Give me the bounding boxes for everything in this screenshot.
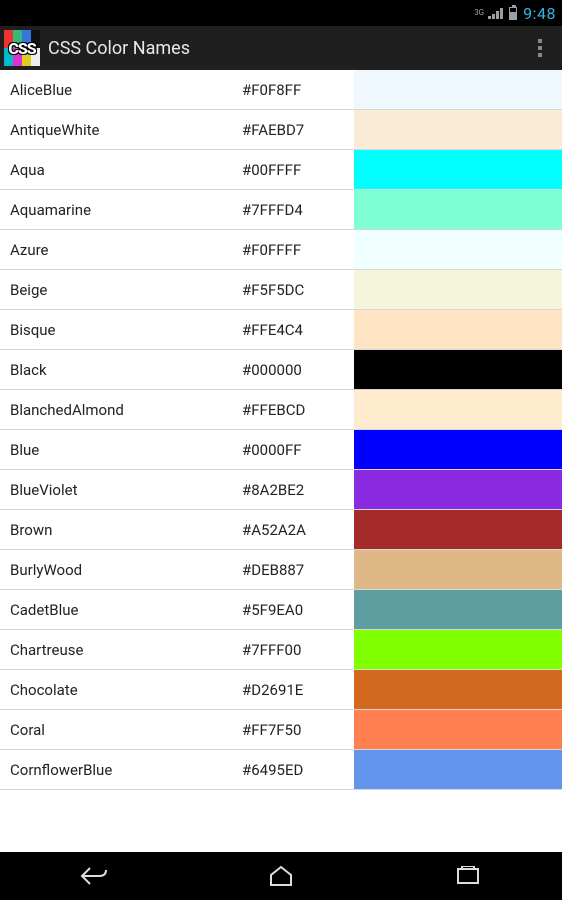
color-row[interactable]: Coral#FF7F50 — [0, 710, 562, 750]
color-hex: #F5F5DC — [242, 281, 354, 299]
color-name: Coral — [10, 721, 242, 739]
color-row[interactable]: Bisque#FFE4C4 — [0, 310, 562, 350]
color-name: Aqua — [10, 161, 242, 179]
color-swatch — [354, 110, 562, 149]
color-row[interactable]: AntiqueWhite#FAEBD7 — [0, 110, 562, 150]
back-button[interactable] — [54, 860, 134, 892]
color-name: Azure — [10, 241, 242, 259]
app-icon-text: CSS — [4, 30, 40, 66]
color-swatch — [354, 70, 562, 109]
color-name: Brown — [10, 521, 242, 539]
color-row[interactable]: Chartreuse#7FFF00 — [0, 630, 562, 670]
color-row[interactable]: Aquamarine#7FFFD4 — [0, 190, 562, 230]
color-swatch — [354, 550, 562, 589]
color-hex: #000000 — [242, 361, 354, 379]
color-name: BlanchedAlmond — [10, 401, 242, 419]
color-row[interactable]: Aqua#00FFFF — [0, 150, 562, 190]
color-swatch — [354, 230, 562, 269]
color-row[interactable]: Azure#F0FFFF — [0, 230, 562, 270]
color-row[interactable]: Blue#0000FF — [0, 430, 562, 470]
color-hex: #7FFF00 — [242, 641, 354, 659]
app-title: CSS Color Names — [48, 38, 528, 59]
color-swatch — [354, 270, 562, 309]
color-hex: #F0FFFF — [242, 241, 354, 259]
color-swatch — [354, 430, 562, 469]
network-type-label: 3G — [474, 9, 484, 17]
color-row[interactable]: Beige#F5F5DC — [0, 270, 562, 310]
color-swatch — [354, 670, 562, 709]
app-icon: CSS — [4, 30, 40, 66]
color-hex: #FAEBD7 — [242, 121, 354, 139]
color-name: AliceBlue — [10, 81, 242, 99]
color-hex: #FF7F50 — [242, 721, 354, 739]
color-swatch — [354, 510, 562, 549]
color-list[interactable]: AliceBlue#F0F8FFAntiqueWhite#FAEBD7Aqua#… — [0, 70, 562, 852]
color-swatch — [354, 190, 562, 229]
color-row[interactable]: Black#000000 — [0, 350, 562, 390]
color-name: BurlyWood — [10, 561, 242, 579]
color-name: Bisque — [10, 321, 242, 339]
color-name: CornflowerBlue — [10, 761, 242, 779]
nav-bar — [0, 852, 562, 900]
color-hex: #5F9EA0 — [242, 601, 354, 619]
overflow-menu-button[interactable] — [528, 39, 552, 57]
color-hex: #DEB887 — [242, 561, 354, 579]
color-hex: #FFEBCD — [242, 401, 354, 419]
color-swatch — [354, 390, 562, 429]
color-hex: #D2691E — [242, 681, 354, 699]
color-name: Blue — [10, 441, 242, 459]
color-hex: #F0F8FF — [242, 81, 354, 99]
color-row[interactable]: BlanchedAlmond#FFEBCD — [0, 390, 562, 430]
color-swatch — [354, 470, 562, 509]
color-hex: #FFE4C4 — [242, 321, 354, 339]
color-row[interactable]: BurlyWood#DEB887 — [0, 550, 562, 590]
status-bar: 3G 9:48 — [0, 0, 562, 26]
color-hex: #8A2BE2 — [242, 481, 354, 499]
color-swatch — [354, 310, 562, 349]
color-name: Aquamarine — [10, 201, 242, 219]
status-clock: 9:48 — [523, 4, 556, 23]
color-name: CadetBlue — [10, 601, 242, 619]
color-hex: #00FFFF — [242, 161, 354, 179]
color-name: Black — [10, 361, 242, 379]
color-hex: #0000FF — [242, 441, 354, 459]
color-row[interactable]: BlueViolet#8A2BE2 — [0, 470, 562, 510]
battery-icon — [509, 7, 517, 20]
color-swatch — [354, 350, 562, 389]
recent-apps-button[interactable] — [428, 860, 508, 892]
color-hex: #A52A2A — [242, 521, 354, 539]
color-name: Beige — [10, 281, 242, 299]
color-name: Chocolate — [10, 681, 242, 699]
color-name: AntiqueWhite — [10, 121, 242, 139]
color-row[interactable]: AliceBlue#F0F8FF — [0, 70, 562, 110]
color-swatch — [354, 710, 562, 749]
color-swatch — [354, 590, 562, 629]
color-swatch — [354, 150, 562, 189]
color-swatch — [354, 750, 562, 789]
color-swatch — [354, 630, 562, 669]
color-row[interactable]: Brown#A52A2A — [0, 510, 562, 550]
action-bar: CSS CSS Color Names — [0, 26, 562, 70]
color-row[interactable]: CornflowerBlue#6495ED — [0, 750, 562, 790]
color-hex: #6495ED — [242, 761, 354, 779]
color-row[interactable]: CadetBlue#5F9EA0 — [0, 590, 562, 630]
color-hex: #7FFFD4 — [242, 201, 354, 219]
home-button[interactable] — [241, 860, 321, 892]
color-row[interactable]: Chocolate#D2691E — [0, 670, 562, 710]
signal-icon — [488, 7, 503, 19]
color-name: Chartreuse — [10, 641, 242, 659]
color-name: BlueViolet — [10, 481, 242, 499]
